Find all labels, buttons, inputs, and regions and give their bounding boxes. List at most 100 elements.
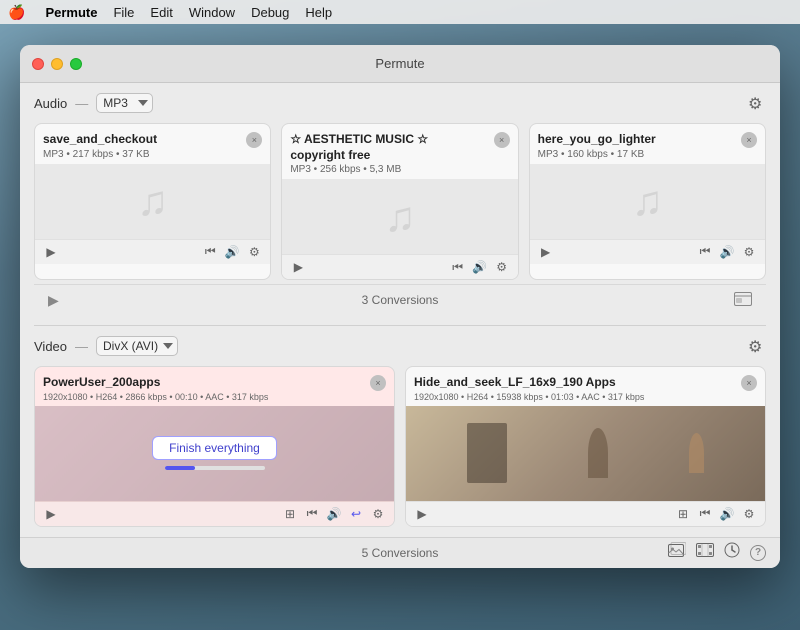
audio-card-2-title: here_you_go_lighter [538,132,656,148]
main-window: Permute Audio — MP3 AAC FLAC WAV OGG ⚙ [20,45,780,568]
audio-export-icon[interactable] [734,292,752,309]
apple-menu[interactable]: 🍎 [8,4,25,21]
audio-card-1-title: ☆ AESTHETIC MUSIC ☆ copyright free [290,132,428,163]
audio-card-2-close[interactable]: × [741,132,757,148]
video-card-1-crop[interactable]: ⊞ [675,506,691,522]
video-card-1-volume[interactable]: 🔊 [719,506,735,522]
video-card-0-volume[interactable]: 🔊 [326,506,342,522]
audio-card-1-settings[interactable]: ⚙ [494,259,510,275]
video-card-0-settings[interactable]: ⚙ [370,506,386,522]
audio-section-left: Audio — MP3 AAC FLAC WAV OGG [34,93,153,113]
audio-card-2-thumb: ♫ [530,164,765,239]
audio-card-0-volume[interactable]: 🔊 [224,244,240,260]
fullscreen-button[interactable] [70,58,82,70]
video-card-0-rotate[interactable]: ↩ [348,506,364,522]
music-note-icon: ♫ [137,177,169,225]
video-card-0: PowerUser_200apps 1920x1080 • H264 • 286… [34,366,395,527]
help-menu[interactable]: Help [305,5,332,20]
video-card-0-skip[interactable]: ⏮ [304,506,320,522]
audio-card-0-close[interactable]: × [246,132,262,148]
audio-card-2-controls: ▶ ⏮ 🔊 ⚙ [530,239,765,264]
video-card-0-controls: ▶ ⊞ ⏮ 🔊 ↩ ⚙ [35,501,394,526]
audio-card-2: here_you_go_lighter MP3 • 160 kbps • 17 … [529,123,766,280]
video-card-1: Hide_and_seek_LF_16x9_190 Apps 1920x1080… [405,366,766,527]
video-card-0-subtitle: 1920x1080 • H264 • 2866 kbps • 00:10 • A… [43,392,268,402]
audio-label: Audio [34,96,67,111]
finish-progress-fill [165,466,195,470]
audio-format-select[interactable]: MP3 AAC FLAC WAV OGG [96,93,153,113]
video-card-0-close[interactable]: × [370,375,386,391]
film-icon[interactable] [696,543,714,562]
clock-icon[interactable] [724,542,740,563]
video-card-0-play[interactable]: ▶ [43,506,59,522]
audio-section-footer: ▶ 3 Conversions [34,284,766,315]
audio-card-0-header: save_and_checkout MP3 • 217 kbps • 37 KB… [35,124,270,164]
video-cards-grid: PowerUser_200apps 1920x1080 • H264 • 286… [34,366,766,527]
video-label: Video [34,339,67,354]
audio-card-2-volume[interactable]: 🔊 [719,244,735,260]
audio-card-0-controls: ▶ ⏮ 🔊 ⚙ [35,239,270,264]
finish-overlay: Finish everything [35,406,394,501]
audio-card-0-subtitle: MP3 • 217 kbps • 37 KB [43,149,157,160]
music-note-icon-2: ♫ [632,177,664,225]
video-card-0-crop[interactable]: ⊞ [282,506,298,522]
audio-play-all-button[interactable]: ▶ [48,292,59,309]
audio-card-1-skip[interactable]: ⏮ [450,259,466,275]
video-card-1-thumb [406,406,765,501]
minimize-button[interactable] [51,58,63,70]
video-card-1-play[interactable]: ▶ [414,506,430,522]
close-button[interactable] [32,58,44,70]
window-title: Permute [375,56,424,71]
audio-card-0-play[interactable]: ▶ [43,244,59,260]
audio-card-0: save_and_checkout MP3 • 217 kbps • 37 KB… [34,123,271,280]
audio-card-2-settings[interactable]: ⚙ [741,244,757,260]
window-menu[interactable]: Window [189,5,235,20]
video-card-0-thumb: Finish everything [35,406,394,501]
file-menu[interactable]: File [113,5,134,20]
audio-card-1-play[interactable]: ▶ [290,259,306,275]
video-card-1-title: Hide_and_seek_LF_16x9_190 Apps [414,375,644,391]
video-settings-icon[interactable]: ⚙ [748,337,766,355]
audio-card-0-right-controls: ⏮ 🔊 ⚙ [202,244,262,260]
audio-card-1-thumb: ♫ [282,179,517,254]
finish-everything-button[interactable]: Finish everything [152,436,277,460]
titlebar: Permute [20,45,780,83]
audio-divider: — [75,96,88,111]
audio-card-2-play[interactable]: ▶ [538,244,554,260]
video-card-1-right-controls: ⊞ ⏮ 🔊 ⚙ [675,506,757,522]
photos-icon[interactable] [668,542,686,563]
footer-actions: ? [668,542,766,563]
debug-menu[interactable]: Debug [251,5,289,20]
video-format-select[interactable]: DivX (AVI) MP4 MOV MKV WebM [96,336,178,356]
audio-card-1-right-controls: ⏮ 🔊 ⚙ [450,259,510,275]
video-card-1-close[interactable]: × [741,375,757,391]
finish-progress-bar [165,466,265,470]
edit-menu[interactable]: Edit [150,5,172,20]
video-card-1-subtitle: 1920x1080 • H264 • 15938 kbps • 01:03 • … [414,392,644,402]
audio-settings-icon[interactable]: ⚙ [748,94,766,112]
video-section-left: Video — DivX (AVI) MP4 MOV MKV WebM [34,336,178,356]
audio-card-1-controls: ▶ ⏮ 🔊 ⚙ [282,254,517,279]
audio-card-1-close[interactable]: × [494,132,510,148]
video-card-0-right-controls: ⊞ ⏮ 🔊 ↩ ⚙ [282,506,386,522]
audio-section-header: Audio — MP3 AAC FLAC WAV OGG ⚙ [34,93,766,113]
audio-card-2-right-controls: ⏮ 🔊 ⚙ [697,244,757,260]
help-icon[interactable]: ? [750,545,766,561]
audio-card-2-skip[interactable]: ⏮ [697,244,713,260]
audio-card-0-skip[interactable]: ⏮ [202,244,218,260]
audio-card-2-subtitle: MP3 • 160 kbps • 17 KB [538,149,656,160]
video-card-0-header: PowerUser_200apps 1920x1080 • H264 • 286… [35,367,394,406]
video-divider: — [75,339,88,354]
video-card-1-settings[interactable]: ⚙ [741,506,757,522]
video-section: Video — DivX (AVI) MP4 MOV MKV WebM ⚙ [20,326,780,537]
app-menu[interactable]: Permute [45,5,97,20]
audio-card-0-settings[interactable]: ⚙ [246,244,262,260]
audio-section: Audio — MP3 AAC FLAC WAV OGG ⚙ [20,83,780,325]
audio-card-1-subtitle: MP3 • 256 kbps • 5,3 MB [290,164,428,175]
menubar: 🍎 Permute File Edit Window Debug Help [0,0,800,24]
video-card-1-skip[interactable]: ⏮ [697,506,713,522]
audio-card-1-header: ☆ AESTHETIC MUSIC ☆ copyright free MP3 •… [282,124,517,179]
audio-card-1-volume[interactable]: 🔊 [472,259,488,275]
window-footer: 5 Conversions [20,537,780,568]
video-section-header: Video — DivX (AVI) MP4 MOV MKV WebM ⚙ [34,336,766,356]
